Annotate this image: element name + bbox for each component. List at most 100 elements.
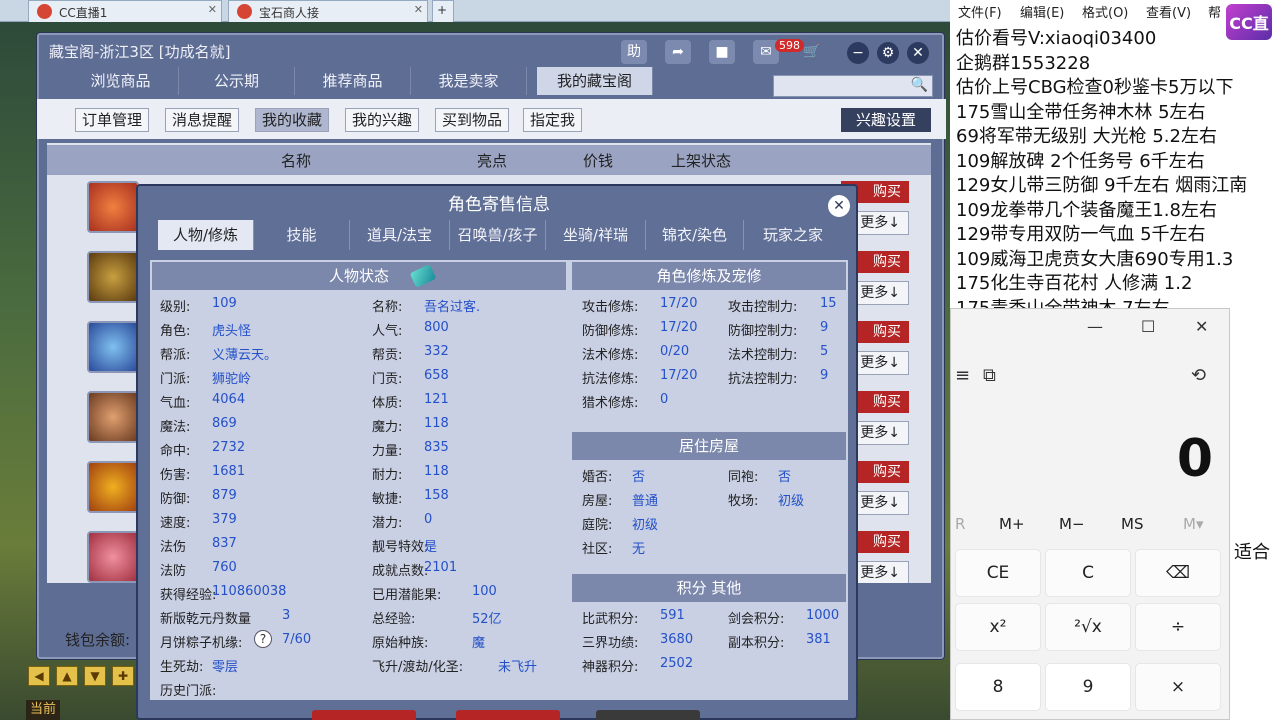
maximize-button[interactable]: ☐ [1141,317,1155,336]
new-tab-button[interactable]: + [432,0,454,22]
role-info-dialog: 角色寄售信息 ✕ 人物/修炼 技能 道具/法宝 召唤兽/孩子 坐骑/祥瑞 锦衣/… [136,184,858,720]
close-icon[interactable]: ✕ [208,3,217,16]
browser-tab[interactable]: 宝石商人接 ✕ [228,0,428,22]
notepad-line: 129带专用双防一气血 5千左右 [956,224,1206,245]
clear-button[interactable]: C [1045,549,1131,597]
tab-costumes[interactable]: 锦衣/染色 [646,220,744,250]
stat-pair: 历史门派: [160,680,216,699]
clear-entry-button[interactable]: CE [955,549,1041,597]
tab-browse[interactable]: 浏览商品 [63,67,179,95]
move-icon[interactable]: ✚ [112,666,134,686]
add-to-cart-button[interactable] [456,710,560,720]
browser-tab[interactable]: CC直播1 ✕ [28,0,222,22]
order-management-button[interactable]: 订单管理 [75,108,150,132]
stat-label: 人气: [372,324,403,339]
minimize-button[interactable]: − [847,42,869,64]
stat-value: 100 [472,584,497,599]
stat-value: 0 [660,392,669,407]
stat-pair: 获得经验: 110860038 [160,584,286,603]
cart-icon[interactable]: 🛒 [799,40,825,64]
favorite-button[interactable] [596,710,700,720]
tab-player-home[interactable]: 玩家之家 [744,220,842,250]
stat-label: 获得经验: [160,588,217,603]
section-title: 积分 其他 [676,579,742,597]
tab-skills[interactable]: 技能 [254,220,350,250]
stat-label: 潜力: [372,516,403,531]
designated-me-button[interactable]: 指定我 [523,108,583,132]
memory-list-button[interactable]: M▾ [1183,515,1203,533]
window-title: 藏宝阁-浙江3区 [功成名就] [49,43,231,61]
menu-view[interactable]: 查看(V) [1146,2,1191,21]
help-button[interactable]: 助 [621,40,647,64]
stat-pair: 生死劫: 零层 [160,656,238,675]
purchased-items-button[interactable]: 买到物品 [435,108,510,132]
keep-on-top-icon[interactable]: ⧉ [983,365,996,386]
stat-pair: 级别: 109 [160,296,237,315]
tab-my-cbg[interactable]: 我的藏宝阁 [537,67,653,95]
backspace-button[interactable]: ⌫ [1135,549,1221,597]
close-window-button[interactable]: ✕ [1195,317,1208,336]
help-icon[interactable]: ? [254,630,272,648]
stat-value: 1000 [806,608,840,623]
stat-pair: 耐力: 118 [372,464,449,483]
tab-announcement[interactable]: 公示期 [179,67,295,95]
tab-items[interactable]: 道具/法宝 [350,220,450,250]
memory-store-button[interactable]: MS [1121,515,1143,533]
stop-icon[interactable]: ■ [709,40,735,64]
current-channel-label[interactable]: 当前 [26,700,60,720]
stat-label: 飞升/渡劫/化圣: [372,660,464,675]
message-reminder-button[interactable]: 消息提醒 [165,108,240,132]
menu-format[interactable]: 格式(O) [1082,2,1128,21]
stat-label: 抗法控制力: [728,372,798,387]
stat-pair: 牧场: 初级 [728,490,804,509]
stat-label: 三界功绩: [582,636,639,651]
app-favicon-icon [237,4,252,19]
close-icon[interactable]: ✕ [414,3,423,16]
interest-settings-button[interactable]: 兴趣设置 [841,108,931,132]
memory-add-button[interactable]: M+ [999,515,1025,533]
stat-value: 普通 [632,494,659,509]
history-icon[interactable]: ⟲ [1191,365,1206,386]
stat-label: 体质: [372,396,403,411]
tab-summons[interactable]: 召唤兽/孩子 [450,220,546,250]
arrow-left-icon[interactable]: ◀ [28,666,50,686]
minimize-button[interactable]: — [1087,317,1103,336]
stat-value: 3680 [660,632,694,647]
stat-pair: 伤害: 1681 [160,464,245,483]
sqrt-button[interactable]: ²√x [1045,603,1131,651]
menu-icon[interactable]: ≡ [955,365,970,386]
tab-seller[interactable]: 我是卖家 [411,67,527,95]
close-window-button[interactable]: ✕ [907,42,929,64]
memory-subtract-button[interactable]: M− [1059,515,1085,533]
close-icon[interactable]: ✕ [828,195,850,217]
stat-pair: 副本积分: 381 [728,632,831,651]
stat-label: 法术修炼: [582,348,639,363]
multiply-button[interactable]: × [1135,663,1221,711]
stat-value: 未飞升 [498,660,538,675]
memory-recall-button[interactable]: R [955,515,965,533]
menu-edit[interactable]: 编辑(E) [1020,2,1064,21]
stat-pair: 新版乾元丹数量 3 [160,608,290,627]
square-button[interactable]: x² [955,603,1041,651]
buy-button[interactable] [312,710,416,720]
arrow-up-icon[interactable]: ▲ [56,666,78,686]
tab-mounts[interactable]: 坐骑/祥瑞 [546,220,646,250]
digit-9-button[interactable]: 9 [1045,663,1131,711]
settings-gear-icon[interactable]: ⚙ [877,42,899,64]
avatar [87,181,139,233]
search-input[interactable]: 🔍 [773,75,933,97]
tab-character[interactable]: 人物/修炼 [158,220,254,250]
tab-recommended[interactable]: 推荐商品 [295,67,411,95]
menu-help[interactable]: 帮 [1208,2,1221,21]
digit-8-button[interactable]: 8 [955,663,1041,711]
dialog-title: 角色寄售信息 [448,195,550,215]
stat-label: 社区: [582,542,613,557]
my-favorites-button[interactable]: 我的收藏 [255,108,330,132]
arrow-down-icon[interactable]: ▼ [84,666,106,686]
divide-button[interactable]: ÷ [1135,603,1221,651]
list-header: 名称 亮点 价钱 上架状态 [47,145,931,175]
stat-label: 防御控制力: [728,324,798,339]
menu-file[interactable]: 文件(F) [958,2,1002,21]
share-icon[interactable]: ➦ [665,40,691,64]
my-interests-button[interactable]: 我的兴趣 [345,108,420,132]
